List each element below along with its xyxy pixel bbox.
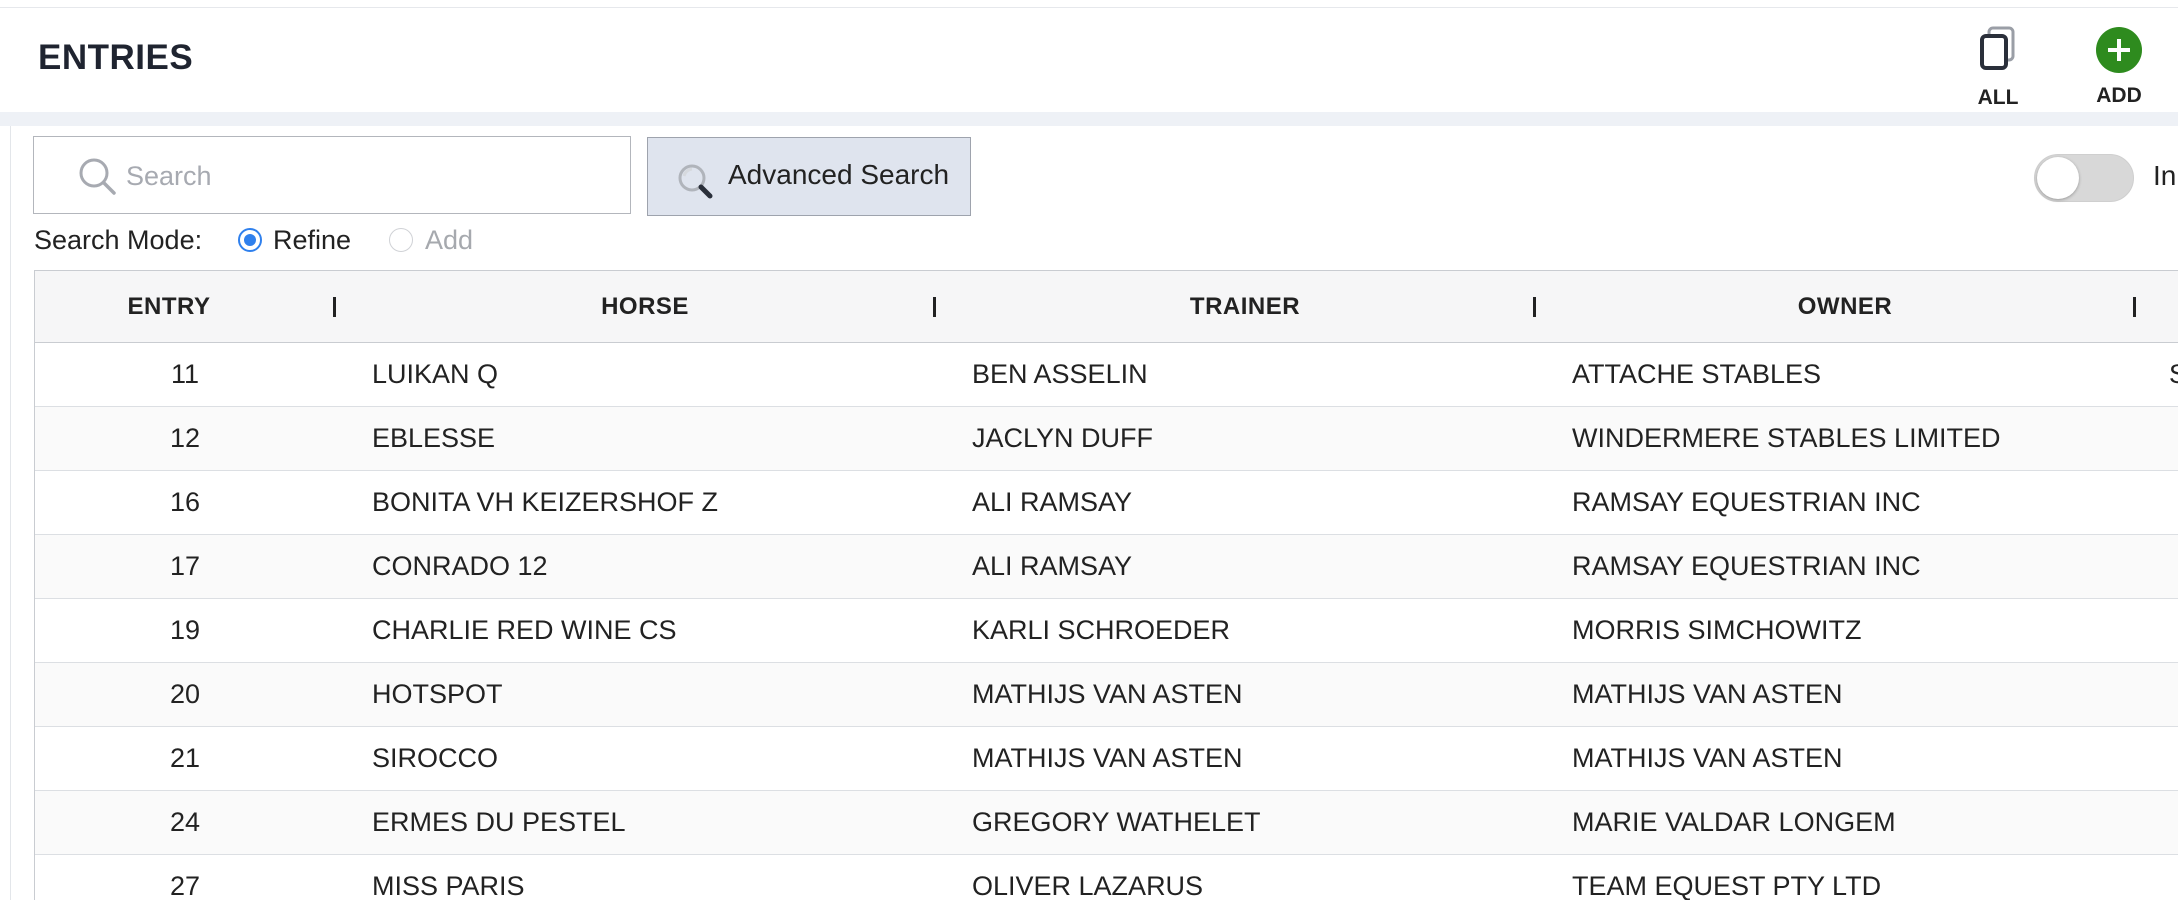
search-input[interactable] xyxy=(124,155,608,197)
owner-cell: WINDERMERE STABLES LIMITED xyxy=(1572,423,2001,453)
table-header: ENTRY HORSE TRAINER OWNER xyxy=(35,271,2178,343)
trainer-cell: ALI RAMSAY xyxy=(972,487,1133,517)
table-row[interactable]: 11 LUIKAN Q BEN ASSELIN ATTACHE STABLES … xyxy=(35,343,2178,407)
column-header-entry[interactable]: ENTRY xyxy=(35,271,303,343)
owner-cell: TEAM EQUEST PTY LTD xyxy=(1572,871,1882,900)
toggle-label: In xyxy=(2153,160,2177,191)
column-resize-handle[interactable] xyxy=(333,297,336,317)
page-header: ENTRIES ALL ADD xyxy=(0,8,2178,112)
horse-cell: EBLESSE xyxy=(372,423,496,453)
entry-cell: 16 xyxy=(169,487,201,517)
trainer-cell: OLIVER LAZARUS xyxy=(972,871,1204,900)
horse-cell: MISS PARIS xyxy=(372,871,525,900)
entry-cell: 17 xyxy=(169,551,201,581)
entry-cell: 21 xyxy=(169,743,201,773)
trainer-cell: GREGORY WATHELET xyxy=(972,807,1261,837)
entries-table: ENTRY HORSE TRAINER OWNER 11 LUIKAN Q BE… xyxy=(34,270,2178,900)
table-row[interactable]: 20 HOTSPOT MATHIJS VAN ASTEN MATHIJS VAN… xyxy=(35,663,2178,727)
table-row[interactable]: 17 CONRADO 12 ALI RAMSAY RAMSAY EQUESTRI… xyxy=(35,535,2178,599)
owner-cell: MARIE VALDAR LONGEM xyxy=(1572,807,1896,837)
add-button[interactable]: ADD xyxy=(2069,18,2169,108)
trainer-cell: MATHIJS VAN ASTEN xyxy=(972,679,1243,709)
header-divider xyxy=(0,112,2178,126)
advanced-search-label: Advanced Search xyxy=(728,159,950,190)
entry-cell: 24 xyxy=(169,807,201,837)
horse-cell: CONRADO 12 xyxy=(372,551,548,581)
trainer-cell: BEN ASSELIN xyxy=(972,359,1148,389)
plus-circle-icon xyxy=(2096,27,2142,73)
overflow-cell: S xyxy=(2169,343,2178,406)
owner-cell: MATHIJS VAN ASTEN xyxy=(1572,679,1843,709)
column-resize-handle[interactable] xyxy=(1533,297,1536,317)
horse-cell: CHARLIE RED WINE CS xyxy=(372,615,677,645)
table-row[interactable]: 21 SIROCCO MATHIJS VAN ASTEN MATHIJS VAN… xyxy=(35,727,2178,791)
search-mode-label: Search Mode: xyxy=(34,225,203,255)
radio-add-label[interactable]: Add xyxy=(425,225,473,256)
owner-cell: MORRIS SIMCHOWITZ xyxy=(1572,615,1862,645)
table-row[interactable]: 19 CHARLIE RED WINE CS KARLI SCHROEDER M… xyxy=(35,599,2178,663)
horse-cell: LUIKAN Q xyxy=(372,359,499,389)
owner-cell: RAMSAY EQUESTRIAN INC xyxy=(1572,487,1921,517)
table-row[interactable]: 12 EBLESSE JACLYN DUFF WINDERMERE STABLE… xyxy=(35,407,2178,471)
page-title: ENTRIES xyxy=(38,38,194,77)
horse-cell: ERMES DU PESTEL xyxy=(372,807,626,837)
all-button[interactable]: ALL xyxy=(1948,18,2048,109)
toggle-knob xyxy=(2037,157,2079,199)
column-header-trainer[interactable]: TRAINER xyxy=(945,271,1545,343)
entry-cell: 20 xyxy=(169,679,201,709)
owner-cell: ATTACHE STABLES xyxy=(1572,359,1822,389)
table-body: 11 LUIKAN Q BEN ASSELIN ATTACHE STABLES … xyxy=(35,343,2178,900)
horse-cell: HOTSPOT xyxy=(372,679,503,709)
column-resize-handle[interactable] xyxy=(933,297,936,317)
toggle-switch[interactable] xyxy=(2034,154,2134,202)
all-button-label: ALL xyxy=(1977,86,2019,109)
horse-cell: BONITA VH KEIZERSHOF Z xyxy=(372,487,719,517)
radio-refine[interactable] xyxy=(238,228,262,252)
top-border xyxy=(0,0,2178,8)
column-resize-handle[interactable] xyxy=(2133,297,2136,317)
entry-cell: 11 xyxy=(170,359,200,389)
trainer-cell: JACLYN DUFF xyxy=(972,423,1154,453)
radio-add[interactable] xyxy=(389,228,413,252)
add-button-label: ADD xyxy=(2096,84,2142,107)
table-row[interactable]: 27 MISS PARIS OLIVER LAZARUS TEAM EQUEST… xyxy=(35,855,2178,900)
column-header-horse[interactable]: HORSE xyxy=(345,271,945,343)
entry-cell: 12 xyxy=(169,423,201,453)
horse-cell: SIROCCO xyxy=(372,743,499,773)
radio-refine-label[interactable]: Refine xyxy=(273,225,351,256)
owner-cell: RAMSAY EQUESTRIAN INC xyxy=(1572,551,1921,581)
table-row[interactable]: 24 ERMES DU PESTEL GREGORY WATHELET MARI… xyxy=(35,791,2178,855)
entry-cell: 27 xyxy=(169,871,201,900)
table-row[interactable]: 16 BONITA VH KEIZERSHOF Z ALI RAMSAY RAM… xyxy=(35,471,2178,535)
column-header-owner[interactable]: OWNER xyxy=(1545,271,2145,343)
copy-icon xyxy=(1980,26,2015,70)
search-icon xyxy=(79,158,116,195)
trainer-cell: KARLI SCHROEDER xyxy=(972,615,1231,645)
owner-cell: MATHIJS VAN ASTEN xyxy=(1572,743,1843,773)
trainer-cell: ALI RAMSAY xyxy=(972,551,1133,581)
advanced-search-icon xyxy=(678,164,713,199)
search-field[interactable] xyxy=(33,136,631,214)
trainer-cell: MATHIJS VAN ASTEN xyxy=(972,743,1243,773)
entry-cell: 19 xyxy=(169,615,201,645)
advanced-search-button[interactable]: Advanced Search xyxy=(647,137,971,216)
